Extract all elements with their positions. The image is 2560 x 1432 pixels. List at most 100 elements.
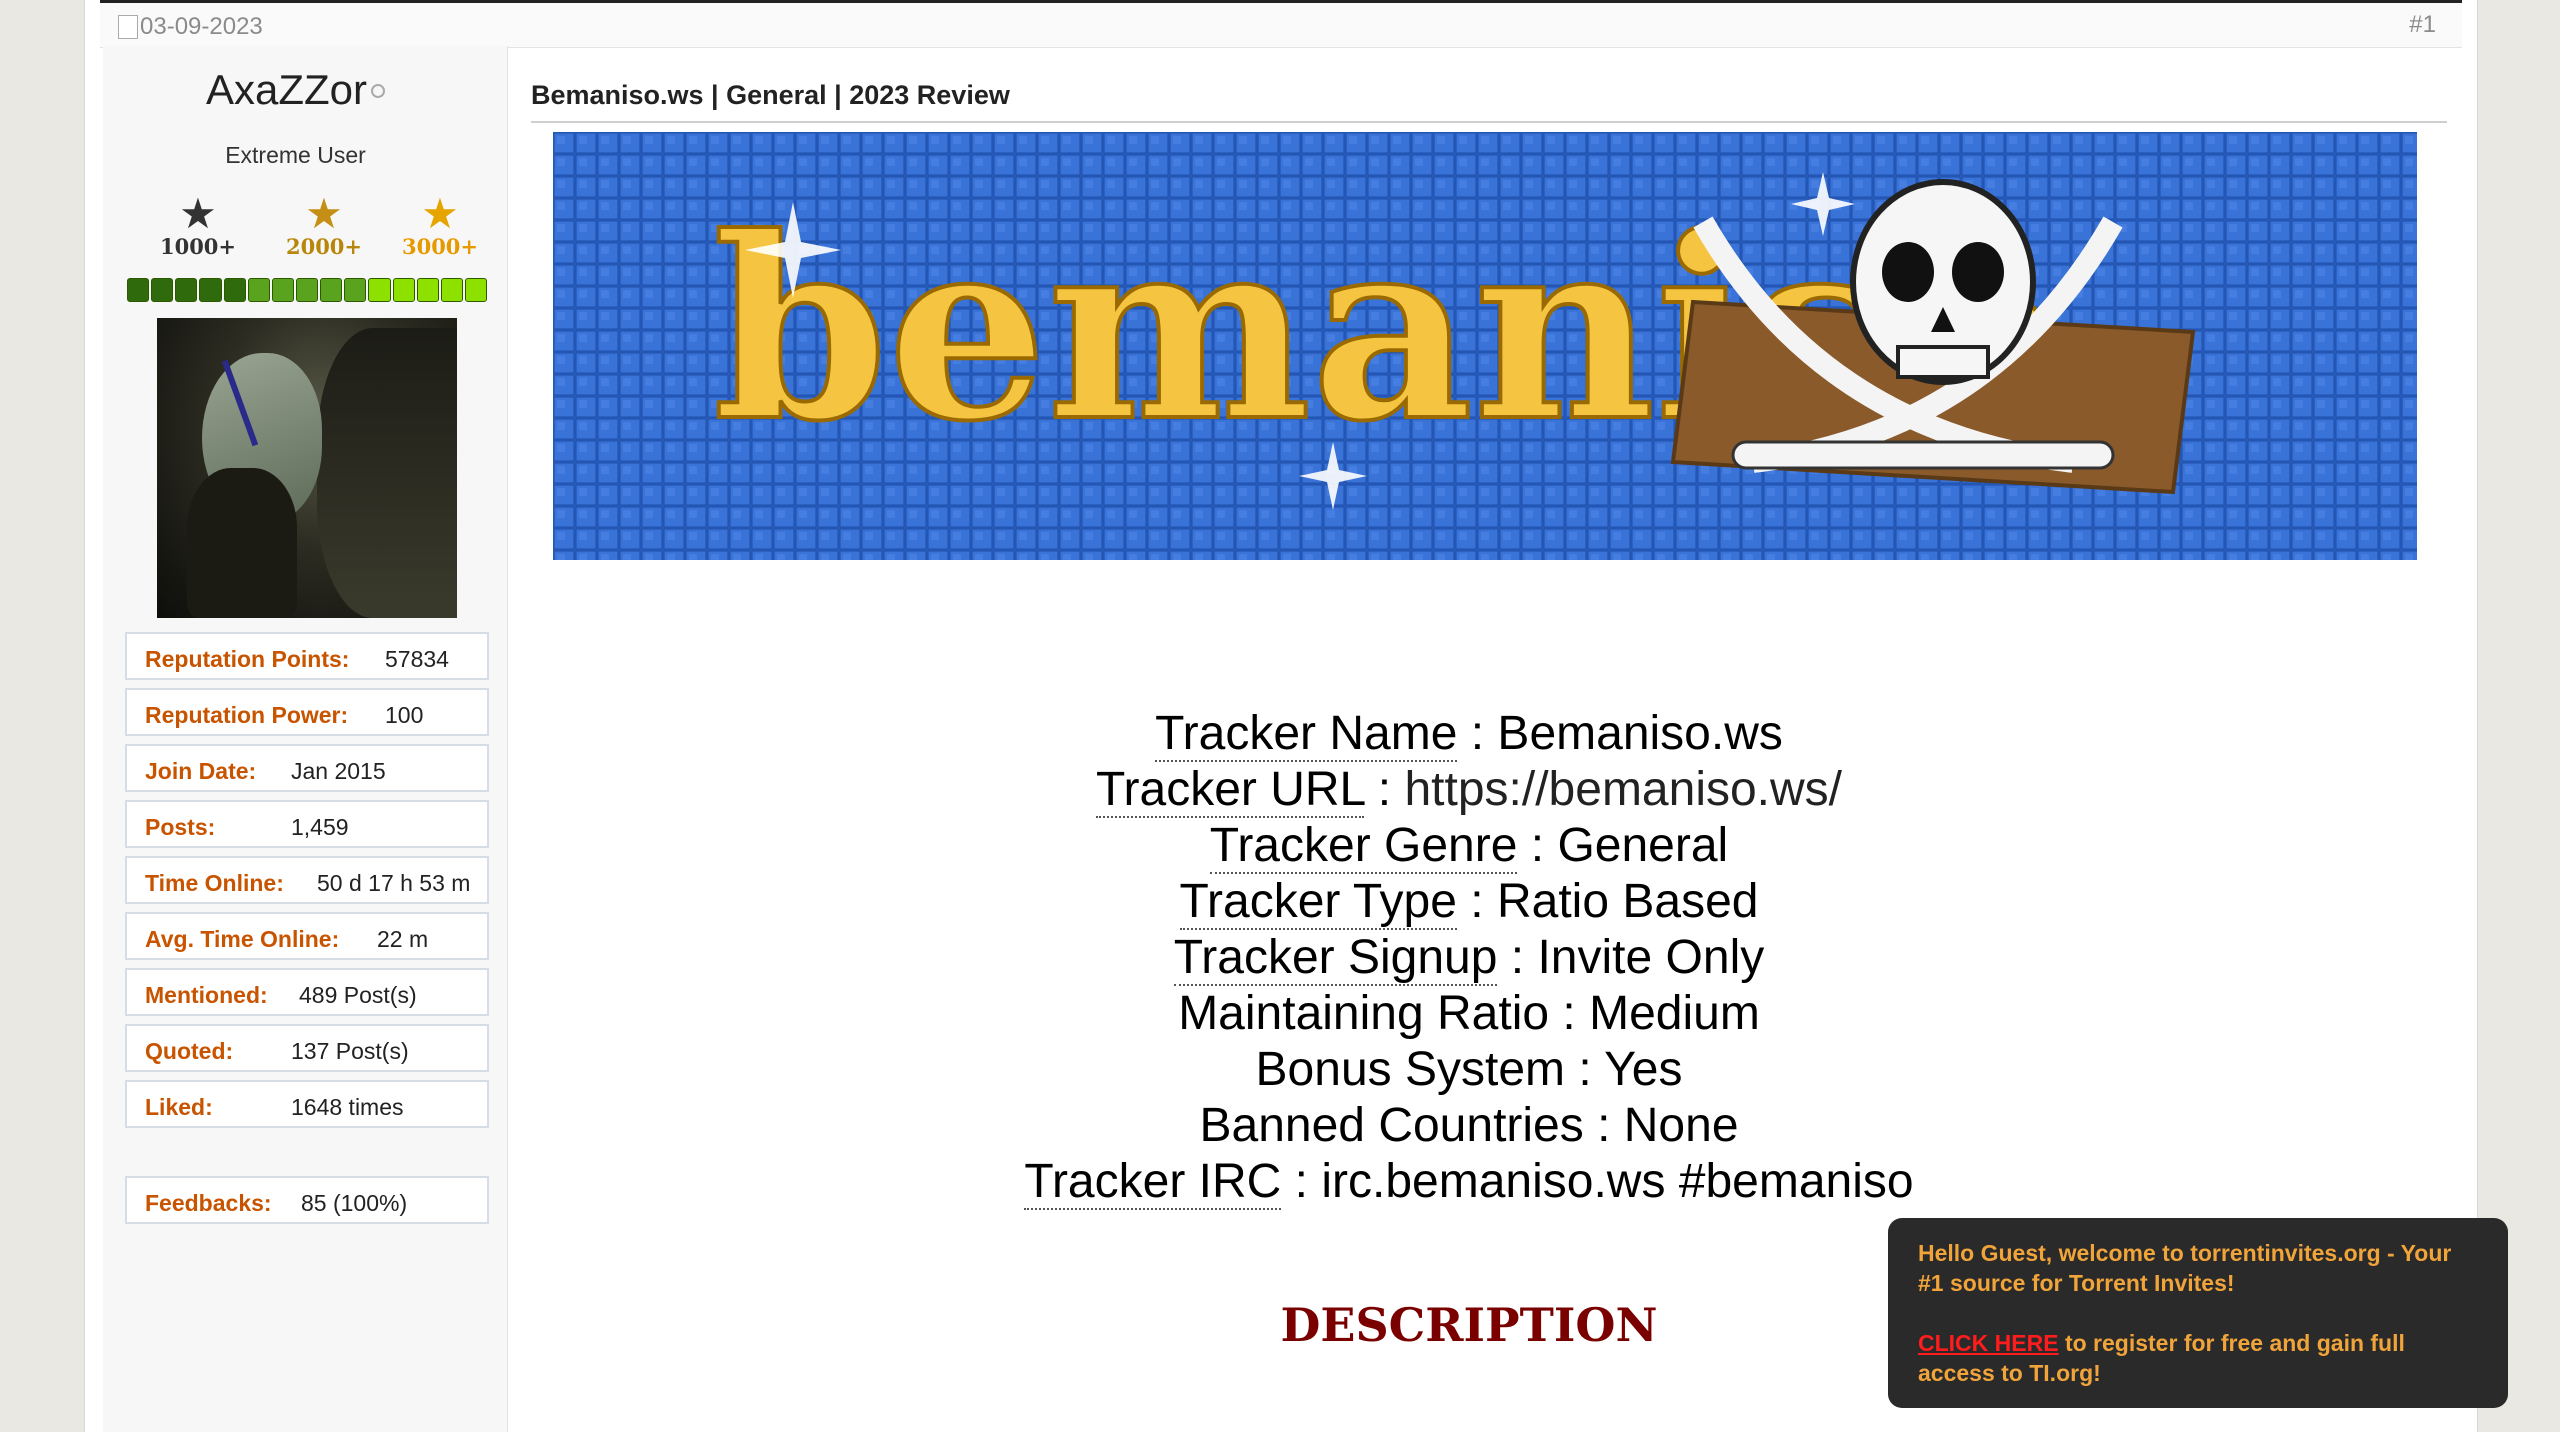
user-title: Extreme User bbox=[225, 142, 366, 168]
guest-welcome-popup: Hello Guest, welcome to torrentinvites.o… bbox=[1888, 1218, 2508, 1408]
stat-posts: Posts: 1,459 bbox=[125, 800, 489, 848]
stat-label: Posts: bbox=[145, 814, 216, 840]
tracker-signup-line: Tracker Signup : Invite Only bbox=[1173, 931, 1765, 986]
post-date: 03-09-2023 bbox=[140, 13, 263, 40]
reputation-segment bbox=[175, 278, 198, 302]
rank-badge-2000: ★ 2000+ bbox=[279, 192, 369, 258]
reputation-segment bbox=[464, 278, 488, 302]
rank-label: 3000+ bbox=[401, 234, 479, 259]
tracker-banner-image: bemaniso bbox=[553, 132, 2417, 560]
stat-value: Jan 2015 bbox=[291, 758, 386, 784]
stat-value: 1648 times bbox=[291, 1094, 404, 1120]
tracker-signup-value: Invite Only bbox=[1537, 931, 1765, 984]
rank-label: 1000+ bbox=[159, 234, 237, 259]
post-status-icon bbox=[118, 15, 138, 39]
tracker-type-value: Ratio Based bbox=[1496, 875, 1759, 928]
stat-value: 100 bbox=[385, 702, 424, 728]
stat-join-date: Join Date: Jan 2015 bbox=[125, 744, 489, 792]
reputation-segment bbox=[271, 278, 294, 302]
tracker-url-label[interactable]: Tracker URL bbox=[1095, 763, 1365, 818]
stat-time-online: Time Online: 50 d 17 h 53 m bbox=[125, 856, 489, 904]
tracker-ratio-label: Maintaining Ratio bbox=[1178, 987, 1550, 1040]
rank-badge-1000: ★ 1000+ bbox=[153, 192, 243, 258]
stat-quoted: Quoted: 137 Post(s) bbox=[125, 1024, 489, 1072]
tracker-banned-value: None bbox=[1623, 1099, 1739, 1152]
stat-value: 22 m bbox=[377, 926, 429, 952]
username-link[interactable]: AxaZZor bbox=[206, 66, 367, 113]
tracker-name-line: Tracker Name : Bemaniso.ws bbox=[1155, 707, 1783, 762]
avatar-hair bbox=[317, 328, 457, 618]
tracker-bonus-label: Bonus System bbox=[1255, 1043, 1565, 1096]
tracker-bonus-value: Yes bbox=[1604, 1043, 1683, 1096]
rank-badge-3000: ★ 3000+ bbox=[395, 192, 485, 258]
tracker-name-value: Bemaniso.ws bbox=[1497, 707, 1783, 760]
stat-label: Join Date: bbox=[145, 758, 257, 784]
title-divider bbox=[531, 121, 2447, 123]
user-avatar[interactable] bbox=[157, 318, 457, 618]
reputation-bar bbox=[127, 278, 488, 302]
rank-label: 2000+ bbox=[285, 234, 363, 259]
post-permalink-number[interactable]: #1 bbox=[2409, 11, 2436, 39]
stat-mentioned: Mentioned: 489 Post(s) bbox=[125, 968, 489, 1016]
reputation-segment bbox=[247, 278, 270, 302]
tracker-name-label[interactable]: Tracker Name bbox=[1155, 707, 1458, 762]
reputation-segment bbox=[368, 278, 391, 302]
tracker-banned-label: Banned Countries bbox=[1199, 1099, 1584, 1152]
post-title: Bemaniso.ws | General | 2023 Review bbox=[531, 80, 1010, 110]
stat-label: Avg. Time Online: bbox=[145, 926, 340, 952]
star-icon: ★ bbox=[305, 190, 343, 237]
post-header: 03-09-2023 #1 bbox=[100, 0, 2462, 48]
tracker-url-link[interactable]: https://bemaniso.ws/ bbox=[1404, 763, 1842, 816]
user-info-panel: AxaZZor Extreme User ★ 1000+ ★ 2000+ ★ 3… bbox=[103, 46, 508, 1432]
stat-value[interactable]: 137 Post(s) bbox=[291, 1038, 409, 1065]
stat-label: Mentioned: bbox=[145, 982, 268, 1008]
stat-label: Reputation Power: bbox=[145, 702, 349, 728]
reputation-segment bbox=[392, 278, 415, 302]
avatar-hand bbox=[187, 468, 297, 618]
stat-value[interactable]: 1,459 bbox=[291, 814, 349, 841]
register-link[interactable]: CLICK HERE bbox=[1918, 1330, 2059, 1356]
reputation-segment bbox=[295, 278, 319, 302]
stat-label: Time Online: bbox=[145, 870, 284, 896]
star-icon: ★ bbox=[421, 190, 459, 237]
popup-welcome-text: Hello Guest, welcome to torrentinvites.o… bbox=[1918, 1240, 2452, 1296]
stat-label: Quoted: bbox=[145, 1038, 234, 1064]
reputation-segment bbox=[344, 278, 367, 302]
reputation-segment bbox=[199, 278, 222, 302]
stat-value[interactable]: 85 (100%) bbox=[301, 1190, 407, 1217]
reputation-segment bbox=[151, 278, 174, 302]
tracker-irc-line: Tracker IRC : irc.bemaniso.ws #bemaniso bbox=[1024, 1155, 1914, 1210]
star-icon: ★ bbox=[179, 190, 217, 237]
reputation-segment bbox=[320, 278, 343, 302]
stat-value: 57834 bbox=[385, 646, 449, 672]
tracker-type-line: Tracker Type : Ratio Based bbox=[1179, 875, 1759, 930]
stat-reputation-points: Reputation Points: 57834 bbox=[125, 632, 489, 680]
tracker-ratio-line: Maintaining Ratio : Medium bbox=[1178, 987, 1760, 1040]
reputation-segment bbox=[440, 278, 463, 302]
tracker-type-label[interactable]: Tracker Type bbox=[1179, 875, 1457, 930]
stat-value[interactable]: 489 Post(s) bbox=[299, 982, 417, 1009]
stat-value: 50 d 17 h 53 m bbox=[317, 870, 471, 896]
stat-avg-time-online: Avg. Time Online: 22 m bbox=[125, 912, 489, 960]
stat-label: Feedbacks: bbox=[145, 1190, 272, 1216]
tracker-ratio-value: Medium bbox=[1589, 987, 1760, 1040]
offline-status-icon bbox=[371, 83, 386, 98]
tracker-genre-line: Tracker Genre : General bbox=[1209, 819, 1729, 874]
stat-reputation-power: Reputation Power: 100 bbox=[125, 688, 489, 736]
stat-liked: Liked: 1648 times bbox=[125, 1080, 489, 1128]
reputation-segment bbox=[416, 278, 439, 302]
username-wrap: AxaZZor bbox=[103, 66, 488, 114]
tracker-bonus-line: Bonus System : Yes bbox=[1255, 1043, 1683, 1096]
tracker-url-line: Tracker URL : https://bemaniso.ws/ bbox=[1095, 763, 1843, 818]
popup-cta: CLICK HERE to register for free and gain… bbox=[1918, 1328, 2478, 1388]
stat-label: Reputation Points: bbox=[145, 646, 350, 672]
tracker-signup-label[interactable]: Tracker Signup bbox=[1173, 931, 1498, 986]
tracker-genre-label[interactable]: Tracker Genre bbox=[1209, 819, 1518, 874]
reputation-segment bbox=[223, 278, 246, 302]
stat-feedbacks: Feedbacks: 85 (100%) bbox=[125, 1176, 489, 1224]
reputation-segment bbox=[127, 278, 150, 302]
tracker-genre-value: General bbox=[1557, 819, 1729, 872]
tracker-irc-value: irc.bemaniso.ws #bemaniso bbox=[1321, 1155, 1914, 1208]
tracker-banned-line: Banned Countries : None bbox=[1199, 1099, 1739, 1152]
tracker-irc-label[interactable]: Tracker IRC bbox=[1024, 1155, 1282, 1210]
